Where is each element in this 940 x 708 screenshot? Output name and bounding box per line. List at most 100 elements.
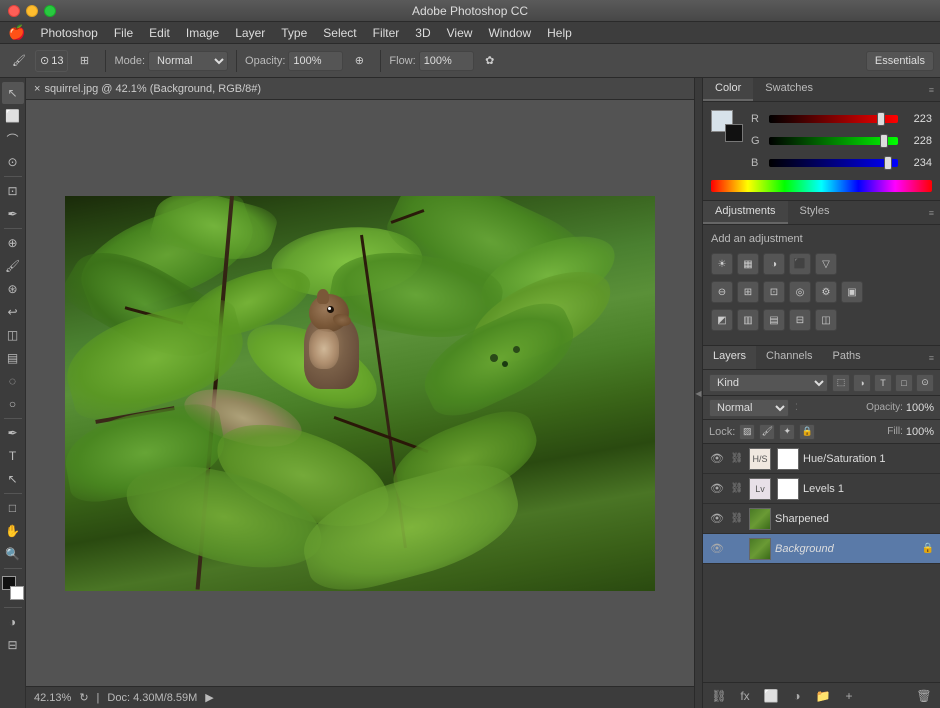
mode-dropdown[interactable]: Normal [148,51,228,71]
minimize-button[interactable] [26,5,38,17]
clone-stamp-tool[interactable]: ⊛ [2,278,24,300]
flow-input[interactable] [419,51,474,71]
panel-collapse-strip[interactable]: ◀ [694,78,702,708]
b-slider[interactable] [769,159,898,167]
color-spectrum-bar[interactable] [711,180,932,192]
layer-visibility-levels[interactable]: 👁 [709,481,725,497]
filter-type-btn[interactable]: T [874,374,892,392]
brush-tool-button[interactable]: 🖌 [6,49,32,73]
shape-tool[interactable]: □ [2,497,24,519]
brightness-contrast-btn[interactable]: ☀ [711,253,733,275]
tab-adjustments[interactable]: Adjustments [703,201,788,224]
levels-btn[interactable]: ▦ [737,253,759,275]
layer-style-btn[interactable]: fx [735,687,755,705]
gradient-tool[interactable]: ▤ [2,347,24,369]
gradient-map-btn[interactable]: ⊟ [789,309,811,331]
layer-visibility-sharpened[interactable]: 👁 [709,511,725,527]
menu-type[interactable]: Type [274,24,314,42]
healing-brush-tool[interactable]: ⊕ [2,232,24,254]
pen-tool[interactable]: ✒ [2,422,24,444]
quick-mask-button[interactable]: ◑ [2,611,24,633]
menu-image[interactable]: Image [179,24,226,42]
color-balance-btn[interactable]: ⊞ [737,281,759,303]
filter-pixel-btn[interactable]: ⬚ [832,374,850,392]
opacity-toggle-button[interactable]: ⊕ [346,49,372,73]
history-brush-tool[interactable]: ↩ [2,301,24,323]
layer-row-hue-saturation[interactable]: 👁 ⛓ H/S Hue/Saturation 1 [703,444,940,474]
lock-position-btn[interactable]: ✦ [779,424,795,440]
menu-filter[interactable]: Filter [366,24,407,42]
link-layers-btn[interactable]: ⛓ [709,687,729,705]
tab-channels[interactable]: Channels [756,346,822,369]
layer-row-levels[interactable]: 👁 ⛓ Lv Levels 1 [703,474,940,504]
posterize-btn[interactable]: ▥ [737,309,759,331]
layer-link-sharpened[interactable]: ⛓ [729,511,745,527]
canvas-wrapper[interactable] [26,100,694,686]
bw-btn[interactable]: ⊡ [763,281,785,303]
opacity-input[interactable] [288,51,343,71]
menu-window[interactable]: Window [481,24,538,42]
quick-select-tool[interactable]: ⊙ [2,151,24,173]
canvas-image[interactable] [65,196,655,591]
layer-kind-select[interactable]: Kind [709,374,828,392]
eyedropper-tool[interactable]: ✒ [2,203,24,225]
type-tool[interactable]: T [2,445,24,467]
tab-swatches[interactable]: Swatches [753,78,825,101]
menu-help[interactable]: Help [540,24,579,42]
essentials-button[interactable]: Essentials [866,51,934,71]
brush-tool[interactable]: 🖌 [2,255,24,277]
photo-filter-btn[interactable]: ◎ [789,281,811,303]
threshold-btn[interactable]: ▤ [763,309,785,331]
menu-layer[interactable]: Layer [228,24,272,42]
new-adjustment-btn[interactable]: ◑ [787,687,807,705]
curves-btn[interactable]: ◑ [763,253,785,275]
tab-color[interactable]: Color [703,78,753,101]
selective-color-btn[interactable]: ◫ [815,309,837,331]
layer-link-hue-saturation[interactable]: ⛓ [729,451,745,467]
new-layer-btn[interactable]: + [839,687,859,705]
airbrush-button[interactable]: ✿ [477,49,503,73]
layer-link-levels[interactable]: ⛓ [729,481,745,497]
brush-preset-button[interactable]: ⊞ [71,49,97,73]
zoom-tool[interactable]: 🔍 [2,543,24,565]
lock-transparency-btn[interactable]: ▨ [739,424,755,440]
layer-visibility-hue-saturation[interactable]: 👁 [709,451,725,467]
new-group-btn[interactable]: 📁 [813,687,833,705]
exposure-btn[interactable]: ⬛ [789,253,811,275]
tab-layers[interactable]: Layers [703,346,756,369]
blur-tool[interactable]: ◌ [2,370,24,392]
marquee-tool[interactable]: ⬜ [2,105,24,127]
menu-edit[interactable]: Edit [142,24,177,42]
layer-visibility-background[interactable]: 👁 [709,541,725,557]
add-mask-btn[interactable]: ⬜ [761,687,781,705]
screen-mode-button[interactable]: ⊟ [2,634,24,656]
menu-file[interactable]: File [107,24,140,42]
maximize-button[interactable] [44,5,56,17]
close-button[interactable] [8,5,20,17]
delete-layer-btn[interactable]: 🗑 [914,687,934,705]
layer-row-background[interactable]: 👁 Background 🔒 [703,534,940,564]
menu-photoshop[interactable]: Photoshop [33,24,104,42]
color-panel-menu[interactable]: ≡ [929,85,934,95]
lasso-tool[interactable]: ⌒ [2,128,24,150]
menu-3d[interactable]: 3D [408,24,437,42]
menu-view[interactable]: View [440,24,480,42]
layer-row-sharpened[interactable]: 👁 ⛓ Sharpened [703,504,940,534]
crop-tool[interactable]: ⊡ [2,180,24,202]
menu-select[interactable]: Select [316,24,363,42]
color-lookup-btn[interactable]: ▣ [841,281,863,303]
tab-paths[interactable]: Paths [823,346,871,369]
path-select-tool[interactable]: ↖ [2,468,24,490]
tab-styles[interactable]: Styles [788,201,842,224]
document-tab[interactable]: × squirrel.jpg @ 42.1% (Background, RGB/… [26,78,694,100]
brush-size-box[interactable]: ⊙ 13 [35,50,68,72]
r-slider[interactable] [769,115,898,123]
tab-close-button[interactable]: × [34,83,40,95]
dodge-tool[interactable]: ○ [2,393,24,415]
filter-smart-btn[interactable]: ⊙ [916,374,934,392]
filter-adjust-btn[interactable]: ◑ [853,374,871,392]
adjustments-panel-menu[interactable]: ≡ [929,208,934,218]
blend-mode-select[interactable]: Normal [709,399,789,417]
eraser-tool[interactable]: ◫ [2,324,24,346]
color-background-box[interactable] [725,124,743,142]
